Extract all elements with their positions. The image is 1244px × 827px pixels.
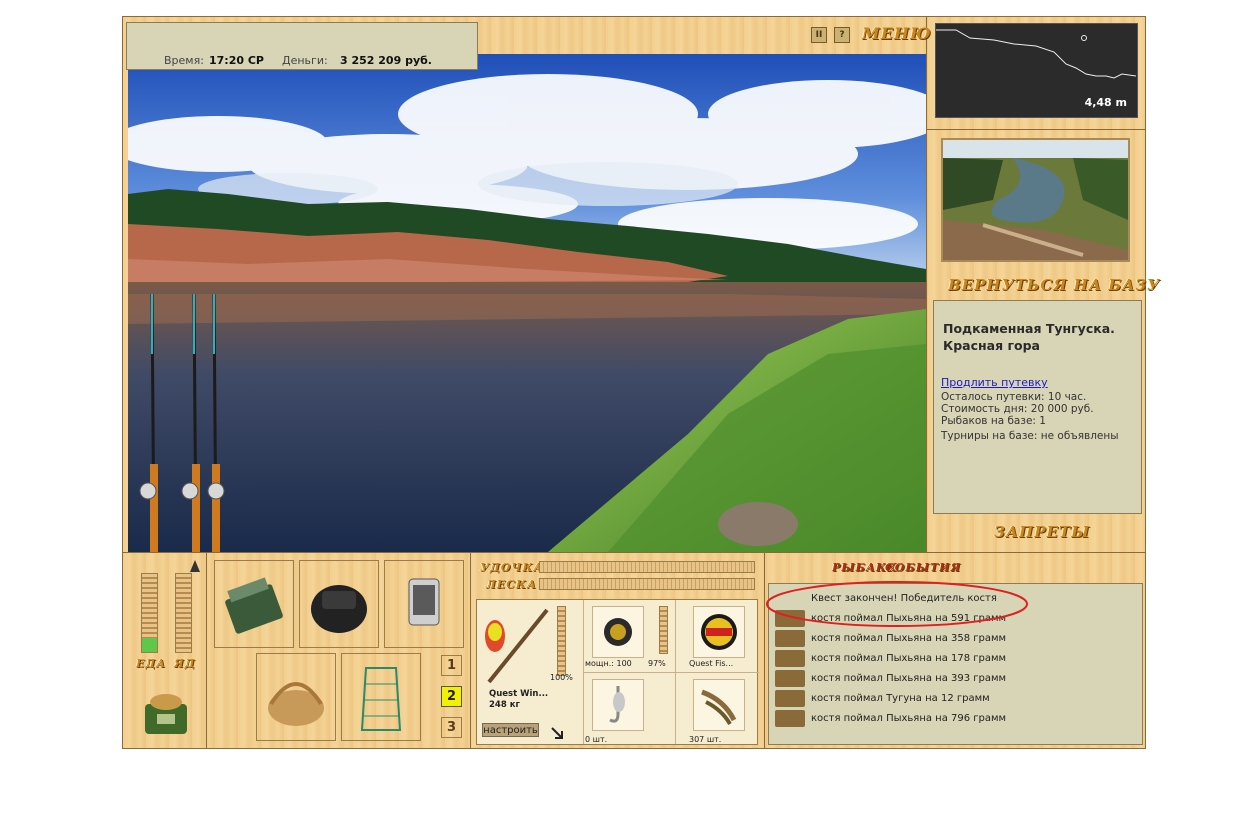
rod-percent: 100%	[550, 673, 573, 682]
picnic-basket-slot[interactable]	[256, 653, 336, 741]
return-to-base-button[interactable]: ВЕРНУТЬСЯ НА БАЗУ	[948, 276, 1160, 294]
river-landscape	[128, 54, 926, 552]
rod-tension-meter	[539, 561, 755, 573]
reel-percent: 97%	[648, 659, 666, 668]
poison-gauge	[175, 573, 192, 653]
money-value: 3 252 209 руб.	[340, 54, 432, 67]
tackle-setup-panel: 100% Quest Win... 248 кг настроить мощн.…	[476, 599, 759, 745]
depth-map: 4,48 m	[935, 23, 1138, 118]
configure-arrow-icon[interactable]	[551, 724, 563, 739]
food-gauge-fill	[142, 638, 157, 652]
poison-label: ЯД	[174, 657, 196, 670]
slot-3-button[interactable]: 3	[441, 717, 462, 738]
time-label: Время:	[164, 54, 204, 67]
bottom-divider	[122, 552, 1146, 553]
tackle-box-slot[interactable]	[214, 560, 294, 648]
fishing-rod-icon[interactable]	[481, 606, 551, 688]
event-text: костя поймал Пыхьяна на 393 грамм	[811, 673, 1007, 684]
list-item: костя поймал Пыхьяна на 358 грамм	[775, 629, 1135, 649]
backpack-icon	[311, 585, 367, 633]
rod-weight: 248 кг	[489, 700, 520, 710]
bait-count: 307 шт.	[689, 735, 722, 744]
bait-icon	[701, 689, 737, 726]
bait-slot[interactable]	[693, 679, 745, 731]
reel-power: мощн.: 100	[585, 659, 632, 668]
right-column-divider	[926, 16, 927, 553]
gauge-divider	[206, 553, 207, 749]
backpack-slot[interactable]	[299, 560, 379, 648]
event-text: костя поймал Пыхьяна на 178 грамм	[811, 653, 1007, 664]
help-icon[interactable]: ?	[834, 27, 850, 43]
fishing-rods[interactable]	[128, 294, 238, 552]
event-text: костя поймал Пыхьяна на 796 грамм	[811, 713, 1007, 724]
depth-value: 4,48 m	[1084, 96, 1127, 109]
reel-condition-meter	[659, 606, 668, 654]
rod-name: Quest Win...	[489, 689, 549, 699]
list-item: костя поймал Пыхьяна на 393 грамм	[775, 669, 1135, 689]
fish-icon	[775, 629, 805, 647]
pause-label: II	[815, 30, 823, 40]
tackle-box-icon	[225, 577, 283, 634]
pda-icon	[408, 578, 440, 626]
fish-icon	[775, 709, 805, 727]
fish-icon	[775, 669, 805, 687]
hooks-count: 0 шт.	[585, 735, 608, 744]
fish-icon	[775, 689, 805, 707]
float-marker-icon	[1081, 35, 1087, 41]
reel-icon	[604, 618, 632, 646]
list-item: костя поймал Пыхьяна на 178 грамм	[775, 649, 1135, 669]
list-item: костя поймал Тугуна на 12 грамм	[775, 689, 1135, 709]
fishing-scene[interactable]	[128, 54, 926, 552]
extend-permit-link[interactable]: Продлить путевку	[941, 376, 1048, 389]
reel-slot[interactable]	[592, 606, 644, 658]
food-label: ЕДА	[136, 657, 167, 670]
line-label: ЛЕСКА	[486, 578, 537, 591]
money-label: Деньги:	[282, 54, 328, 67]
event-text: костя поймал Пыхьяна на 358 грамм	[811, 633, 1007, 644]
time-value: 17:20 СР	[209, 54, 264, 67]
map-divider	[927, 129, 1146, 130]
line-slot[interactable]	[693, 606, 745, 658]
location-image	[943, 140, 1128, 260]
location-title-line1: Подкаменная Тунгуска.	[943, 321, 1115, 336]
pda-slot[interactable]	[384, 560, 464, 648]
food-gauge	[141, 573, 158, 653]
fishers-on-base: Рыбаков на базе: 1	[941, 415, 1046, 427]
inventory-divider	[470, 553, 471, 749]
pointer-arrow-icon	[190, 560, 200, 572]
keepnet-slot[interactable]	[341, 653, 421, 741]
event-text: костя поймал Тугуна на 12 грамм	[811, 693, 990, 704]
list-item: костя поймал Пыхьяна на 796 грамм	[775, 709, 1135, 729]
picnic-basket-icon	[268, 682, 324, 726]
pause-icon[interactable]: II	[811, 27, 827, 43]
tab-events[interactable]: СОБЫТИЯ	[885, 561, 961, 574]
line-tension-meter	[539, 578, 755, 590]
day-cost: Стоимость дня: 20 000 руб.	[941, 403, 1094, 415]
menu-button[interactable]: МЕНЮ	[862, 24, 932, 43]
highlight-circle	[766, 581, 1028, 627]
hook-slot[interactable]	[592, 679, 644, 731]
fish-icon	[775, 649, 805, 667]
rod-label: УДОЧКА	[480, 561, 544, 574]
line-name: Quest Fis...	[689, 659, 734, 668]
keepnet-icon	[360, 667, 402, 731]
location-info-panel: Подкаменная Тунгуска. Красная гора Продл…	[933, 300, 1142, 514]
tackle-divider-3	[583, 672, 759, 673]
line-spool-icon	[701, 614, 737, 650]
rod-condition-meter	[557, 606, 566, 676]
permit-remaining: Осталось путевки: 10 час.	[941, 391, 1087, 403]
bans-button[interactable]: ЗАПРЕТЫ	[994, 523, 1090, 541]
location-title-line2: Красная гора	[943, 338, 1040, 353]
status-panel: Время: 17:20 СР Деньги: 3 252 209 руб.	[126, 22, 478, 70]
location-picture	[941, 138, 1130, 262]
hook-icon	[609, 686, 625, 723]
slot-2-button[interactable]: 2	[441, 686, 462, 707]
tournaments-info: Турниры на базе: не объявлены	[941, 430, 1119, 442]
help-label: ?	[839, 30, 845, 40]
slot-1-button[interactable]: 1	[441, 655, 462, 676]
food-bag-icon[interactable]	[141, 690, 191, 736]
configure-button[interactable]: настроить	[482, 723, 539, 737]
